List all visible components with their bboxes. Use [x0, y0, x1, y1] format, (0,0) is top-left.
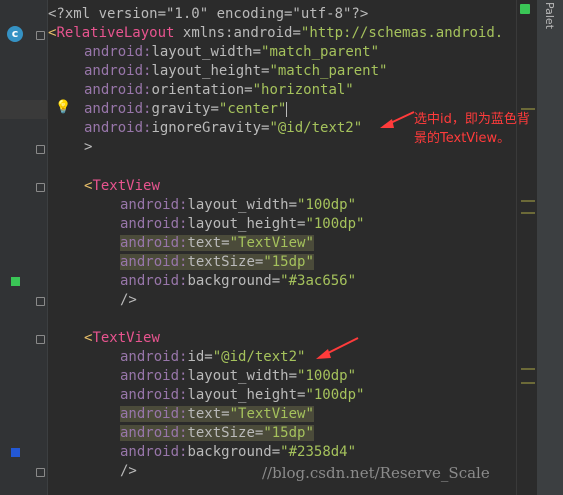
- code-line: <?xml version="1.0" encoding="utf-8"?>: [48, 6, 369, 22]
- code-line: android:layout_height="match_parent": [84, 63, 388, 79]
- code-line-highlighted: android:textSize="15dp": [120, 254, 314, 270]
- code-editor[interactable]: <?xml version="1.0" encoding="utf-8"?> <…: [48, 0, 536, 495]
- code-line: android:orientation="horizontal": [84, 82, 354, 98]
- fold-icon[interactable]: [36, 335, 45, 344]
- editor-gutter: c: [0, 0, 48, 495]
- class-icon: c: [7, 26, 23, 42]
- code-line: android:ignoreGravity="@id/text2": [84, 120, 363, 136]
- code-line: />: [120, 463, 137, 479]
- red-arrow-icon: [380, 111, 415, 128]
- code-line: />: [120, 292, 137, 308]
- code-line: <RelativeLayout xmlns:android="http://sc…: [48, 25, 504, 41]
- fold-icon[interactable]: [36, 468, 45, 477]
- fold-icon[interactable]: [36, 145, 45, 154]
- red-arrow-icon: [316, 337, 359, 359]
- marker[interactable]: [521, 382, 535, 384]
- annotation-line: 选中id，即为蓝色背: [414, 112, 530, 127]
- code-line: android:layout_width="100dp": [120, 368, 357, 384]
- code-line: <TextView: [84, 330, 160, 346]
- annotation-line: 景的TextView。: [414, 131, 511, 146]
- fold-icon[interactable]: [36, 297, 45, 306]
- marker[interactable]: [521, 368, 535, 370]
- watermark: //blog.csdn.net/Reserve_Scale: [262, 464, 490, 482]
- code-line: android:layout_height="100dp": [120, 387, 365, 403]
- status-ok-icon: [520, 4, 530, 14]
- palette-panel[interactable]: Palet: [536, 0, 563, 495]
- fold-icon[interactable]: [36, 183, 45, 192]
- lightbulb-icon[interactable]: 💡: [55, 100, 71, 115]
- code-line: android:id="@id/text2": [120, 349, 306, 365]
- code-line: android:layout_height="100dp": [120, 216, 365, 232]
- annotation-text: 选中id，即为蓝色背 景的TextView。: [414, 110, 563, 148]
- palette-tab[interactable]: Palet: [543, 2, 556, 29]
- code-line: >: [84, 139, 93, 155]
- code-line: android:layout_width="match_parent": [84, 44, 380, 60]
- marker[interactable]: [521, 212, 535, 214]
- color-swatch-green[interactable]: [11, 277, 20, 286]
- code-line-highlighted: android:text="TextView": [120, 406, 314, 422]
- code-line: <TextView: [84, 178, 160, 194]
- fold-icon[interactable]: [36, 31, 45, 40]
- marker[interactable]: [521, 200, 535, 202]
- code-line-highlighted: android:textSize="15dp": [120, 425, 314, 441]
- code-line-highlighted: android:text="TextView": [120, 235, 314, 251]
- code-line: android:layout_width="100dp": [120, 197, 357, 213]
- code-line-current: android:gravity="center": [84, 101, 288, 117]
- text-caret: [286, 101, 288, 117]
- error-stripe[interactable]: [516, 0, 537, 495]
- code-line: android:background="#3ac656": [120, 273, 357, 289]
- color-swatch-blue[interactable]: [11, 448, 20, 457]
- code-line: android:background="#2358d4": [120, 444, 357, 460]
